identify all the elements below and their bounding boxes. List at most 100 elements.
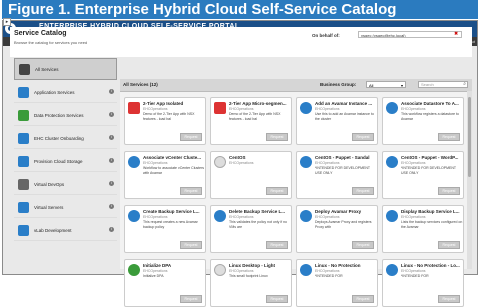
page-title: Service Catalog — [14, 30, 67, 37]
service-description: *INTENDED FOR DEVELOPMENT USE ONLY — [401, 166, 456, 175]
request-button[interactable]: Request — [352, 133, 374, 141]
service-card[interactable]: Display Backup Service L... EHCOperations… — [382, 205, 464, 253]
category-icon — [18, 86, 29, 98]
request-button[interactable]: Request — [266, 295, 288, 303]
service-card[interactable]: 2-Tier App Micro-segmen... EHCOperations D… — [210, 97, 292, 145]
service-description: *INTENDED FOR DEVELOPMENT USE ONLY — [315, 166, 370, 175]
service-icon — [214, 264, 226, 276]
on-behalf-input[interactable]: vsqec (vsqec@ehc.local) — [358, 31, 462, 38]
service-card[interactable]: 2-Tier App Isolated EHCOperations Demo of … — [124, 97, 206, 145]
request-button[interactable]: Request — [266, 187, 288, 195]
info-icon[interactable]: i — [109, 89, 114, 94]
info-icon[interactable]: i — [109, 227, 114, 232]
category-icon — [18, 201, 29, 213]
service-title[interactable]: Linux Desktop - Light — [229, 263, 291, 268]
service-title[interactable]: Add an Avamar Instance ... — [315, 101, 377, 106]
service-group: EHCOperations — [401, 269, 426, 273]
service-group: EHCOperations — [401, 107, 426, 111]
service-description: Demo of the 2-Tier App with NSX features… — [229, 112, 281, 121]
scroll-thumb[interactable] — [468, 97, 471, 177]
sidebar-item[interactable]: Application Services i — [14, 82, 117, 103]
service-title[interactable]: Initialize DPA — [143, 263, 205, 268]
info-icon[interactable]: i — [109, 181, 114, 186]
service-title[interactable]: 2-Tier App Isolated — [143, 101, 205, 106]
service-title[interactable]: Create Backup Service L... — [143, 209, 205, 214]
request-button[interactable]: Request — [438, 133, 460, 141]
request-button[interactable]: Request — [438, 295, 460, 303]
business-group-select[interactable]: All — [366, 81, 406, 89]
request-button[interactable]: Request — [352, 295, 374, 303]
sidebar-item[interactable]: All Services — [14, 58, 117, 80]
service-card[interactable]: Associate Datastore To A... EHCOperations… — [382, 97, 464, 145]
clear-behalf-icon[interactable]: ✖ — [454, 31, 458, 38]
sidebar-item[interactable]: Virtual Servers i — [14, 197, 117, 218]
service-card[interactable]: CentOS EHCOperations Request — [210, 151, 292, 199]
request-button[interactable]: Request — [180, 133, 202, 141]
search-icon[interactable]: ⌕ — [463, 81, 466, 87]
info-icon[interactable]: i — [109, 204, 114, 209]
request-button[interactable]: Request — [352, 187, 374, 195]
service-description: Lists the backup services configured on … — [401, 220, 463, 229]
info-icon[interactable]: i — [109, 158, 114, 163]
sidebar-item[interactable]: vLab Development i — [14, 220, 117, 241]
sidebar-item-label: Provision Cloud Storage — [34, 158, 83, 164]
service-group: EHCOperations — [229, 215, 254, 219]
service-title[interactable]: 2-Tier App Micro-segmen... — [229, 101, 291, 106]
service-icon — [128, 156, 140, 168]
service-group: EHCOperations — [229, 161, 254, 165]
sidebar-item[interactable]: EHC Cluster Onboarding i — [14, 128, 117, 149]
service-title[interactable]: Deploy Avamar Proxy — [315, 209, 377, 214]
category-icon — [18, 109, 29, 121]
service-card[interactable]: Create Backup Service L... EHCOperations T… — [124, 205, 206, 253]
service-icon — [386, 156, 398, 168]
info-icon[interactable]: i — [109, 112, 114, 117]
service-title[interactable]: CentOS - Puppet - Sandal — [315, 155, 377, 160]
service-card[interactable]: Linux - No Protection EHCOperations *INTEN… — [296, 259, 378, 307]
request-button[interactable]: Request — [266, 133, 288, 141]
service-title[interactable]: Associate vCenter Cluste... — [143, 155, 205, 160]
service-group: EHCOperations — [229, 269, 254, 273]
sidebar-item-label: Virtual DevOps — [34, 181, 65, 187]
sidebar-item[interactable]: Data Protection Services i — [14, 105, 117, 126]
sidebar-toggle-icon[interactable]: ▸ — [3, 18, 11, 26]
request-button[interactable]: Request — [438, 241, 460, 249]
service-title[interactable]: Linux - No Protection - Lo... — [401, 263, 463, 268]
service-card[interactable]: CentOS - Puppet - Sandal EHCOperations *IN… — [296, 151, 378, 199]
service-icon — [300, 264, 312, 276]
service-card[interactable]: Linux Desktop - Light EHCOperations This s… — [210, 259, 292, 307]
info-icon[interactable]: i — [109, 135, 114, 140]
service-title[interactable]: Linux - No Protection — [315, 263, 377, 268]
service-title[interactable]: Display Backup Service L... — [401, 209, 463, 214]
service-description: This workflow registers a datastore to A… — [401, 112, 459, 121]
service-description: *INTENDED FOR — [315, 274, 343, 278]
service-card[interactable]: CentOS - Puppet - WordP... EHCOperations *… — [382, 151, 464, 199]
request-button[interactable]: Request — [266, 241, 288, 249]
service-title[interactable]: CentOS - Puppet - WordP... — [401, 155, 463, 160]
sidebar-item-label: Data Protection Services — [34, 112, 84, 118]
sidebar-item[interactable]: Provision Cloud Storage i — [14, 151, 117, 172]
sidebar-item[interactable]: Virtual DevOps i — [14, 174, 117, 195]
request-button[interactable]: Request — [352, 241, 374, 249]
request-button[interactable]: Request — [180, 241, 202, 249]
search-input[interactable]: Search ⌕ — [418, 81, 468, 88]
service-card[interactable]: Associate vCenter Cluste... EHCOperations… — [124, 151, 206, 199]
service-icon — [128, 264, 140, 276]
request-button[interactable]: Request — [438, 187, 460, 195]
service-title[interactable]: Associate Datastore To A... — [401, 101, 463, 106]
service-description — [229, 166, 291, 176]
service-description: *INTENDED FOR — [401, 274, 429, 278]
service-card[interactable]: Add an Avamar Instance ... EHCOperations U… — [296, 97, 378, 145]
service-title[interactable]: Delete Backup Service L... — [229, 209, 291, 214]
service-icon — [128, 210, 140, 222]
catalog-scrollbar[interactable] — [467, 91, 472, 269]
sidebar-item-label: Virtual Servers — [34, 204, 64, 210]
page-subtitle: Browse the catalog for services you need — [14, 40, 88, 45]
service-card[interactable]: Initialize DPA EHCOperations Initialize DP… — [124, 259, 206, 307]
request-button[interactable]: Request — [180, 187, 202, 195]
service-card[interactable]: Linux - No Protection - Lo... EHCOperatio… — [382, 259, 464, 307]
request-button[interactable]: Request — [180, 295, 202, 303]
service-card[interactable]: Delete Backup Service L... EHCOperations T… — [210, 205, 292, 253]
service-card[interactable]: Deploy Avamar Proxy EHCOperations Deploys … — [296, 205, 378, 253]
service-group: EHCOperations — [401, 161, 426, 165]
service-title[interactable]: CentOS — [229, 155, 291, 160]
